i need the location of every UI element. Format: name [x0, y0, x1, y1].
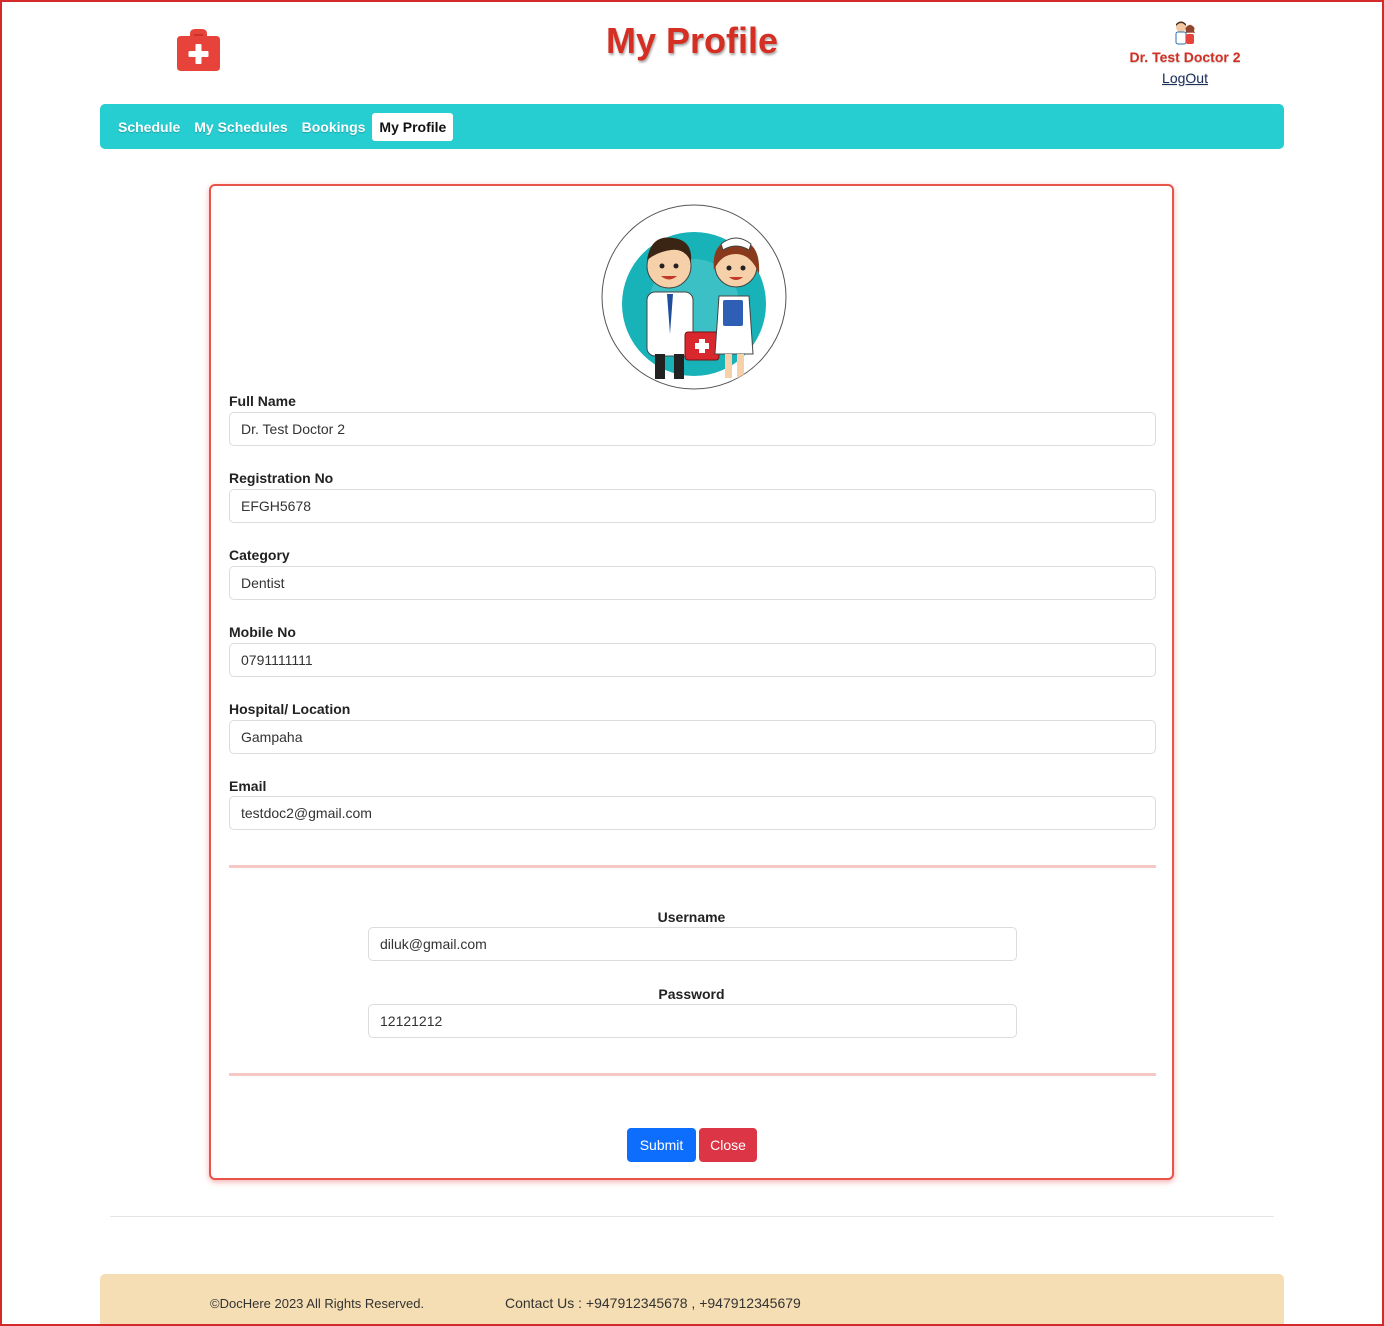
mobile-no-label: Mobile No [229, 624, 296, 640]
mobile-no-input[interactable]: 0791111111 [229, 643, 1156, 677]
nav-item-schedule[interactable]: Schedule [111, 113, 187, 141]
section-divider [229, 865, 1156, 868]
username-label: Username [657, 909, 726, 925]
username-input[interactable]: diluk@gmail.com [368, 927, 1017, 961]
doctor-nurse-avatar-icon [601, 204, 787, 390]
user-avatar-icon [1175, 21, 1195, 45]
hospital-location-input[interactable]: Gampaha [229, 720, 1156, 754]
full-name-input[interactable]: Dr. Test Doctor 2 [229, 412, 1156, 446]
user-name: Dr. Test Doctor 2 [1129, 49, 1241, 65]
footer-copyright: ©DocHere 2023 All Rights Reserved. [210, 1296, 425, 1311]
category-label: Category [229, 547, 290, 563]
hospital-location-label: Hospital/ Location [229, 701, 351, 717]
main-navbar: Schedule My Schedules Bookings My Profil… [100, 104, 1284, 149]
footer: ©DocHere 2023 All Rights Reserved. Conta… [100, 1274, 1284, 1324]
logout-link[interactable]: LogOut [1162, 70, 1208, 86]
nav-item-my-schedules[interactable]: My Schedules [187, 113, 294, 141]
nav-item-my-profile[interactable]: My Profile [372, 112, 454, 141]
user-panel: Dr. Test Doctor 2 LogOut [1110, 20, 1260, 88]
close-button[interactable]: Close [699, 1128, 757, 1162]
registration-no-label: Registration No [229, 470, 334, 486]
profile-card: Full Name Dr. Test Doctor 2 Registration… [209, 184, 1174, 1180]
submit-button[interactable]: Submit [627, 1128, 696, 1162]
password-input[interactable]: 12121212 [368, 1004, 1017, 1038]
nav-item-bookings[interactable]: Bookings [295, 113, 373, 141]
email-input[interactable]: testdoc2@gmail.com [229, 796, 1156, 830]
full-name-label: Full Name [229, 393, 296, 409]
section-divider [229, 1073, 1156, 1076]
email-label: Email [229, 778, 267, 794]
registration-no-input[interactable]: EFGH5678 [229, 489, 1156, 523]
category-input[interactable]: Dentist [229, 566, 1156, 600]
password-label: Password [658, 986, 725, 1002]
footer-separator [110, 1216, 1274, 1217]
footer-contact: Contact Us : +947912345678 , +9479123456… [505, 1295, 801, 1311]
